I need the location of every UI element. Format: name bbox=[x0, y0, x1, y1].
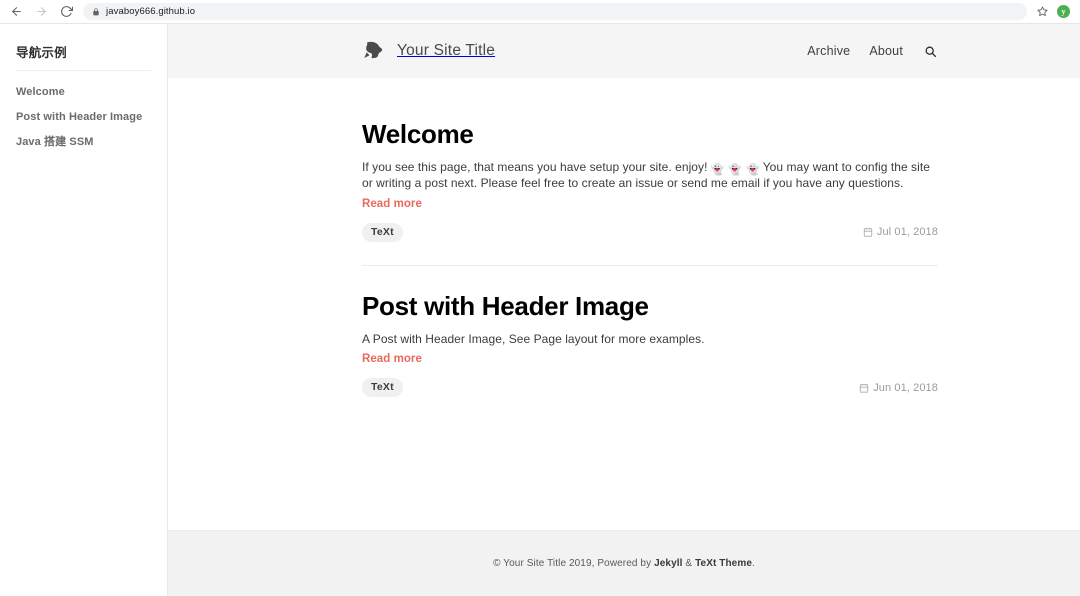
url-text: javaboy666.github.io bbox=[106, 6, 196, 17]
post-item-welcome: Welcome If you see this page, that means… bbox=[362, 119, 938, 242]
calendar-icon bbox=[863, 227, 873, 237]
chrome-right-actions: y bbox=[1037, 5, 1072, 18]
star-icon[interactable] bbox=[1037, 6, 1048, 17]
nav-link-about[interactable]: About bbox=[869, 44, 903, 58]
post-excerpt-before: If you see this page, that means you hav… bbox=[362, 160, 708, 174]
post-date-text: Jul 01, 2018 bbox=[876, 226, 938, 238]
ghost-icon: 👻 bbox=[710, 164, 725, 176]
browser-nav-buttons bbox=[8, 4, 74, 20]
site-title: Your Site Title bbox=[397, 42, 496, 59]
ghost-icon: 👻 bbox=[728, 164, 742, 176]
address-bar[interactable]: javaboy666.github.io bbox=[83, 3, 1027, 20]
emoji-run: 👻 👻 👻 bbox=[710, 165, 759, 176]
post-meta: TeXt Jul 01, 2018 bbox=[362, 222, 938, 242]
list-item: Post with Header Image bbox=[16, 108, 151, 127]
reload-icon[interactable] bbox=[58, 4, 74, 20]
footer-text: © Your Site Title 2019, Powered by Jekyl… bbox=[493, 558, 755, 569]
back-icon[interactable] bbox=[8, 4, 24, 20]
post-excerpt: If you see this page, that means you hav… bbox=[362, 160, 938, 191]
post-title[interactable]: Welcome bbox=[362, 119, 938, 149]
sidebar-nav-list: Welcome Post with Header Image Java 搭建 S… bbox=[16, 83, 151, 152]
content-column: Your Site Title Archive About Welcome If… bbox=[168, 24, 1080, 596]
list-item: Welcome bbox=[16, 83, 151, 102]
calendar-icon bbox=[859, 383, 869, 393]
tag-badge[interactable]: TeXt bbox=[362, 378, 403, 397]
read-more-link[interactable]: Read more bbox=[362, 353, 422, 365]
lock-icon bbox=[92, 7, 100, 16]
sidebar-item-welcome[interactable]: Welcome bbox=[16, 83, 151, 102]
profile-avatar[interactable]: y bbox=[1057, 5, 1070, 18]
post-list: Welcome If you see this page, that means… bbox=[362, 78, 938, 397]
post-date-text: Jun 01, 2018 bbox=[873, 381, 938, 394]
list-item: Java 搭建 SSM bbox=[16, 133, 151, 152]
sidebar-item-java-ssm[interactable]: Java 搭建 SSM bbox=[16, 133, 151, 152]
footer-link-text-theme[interactable]: TeXt Theme bbox=[695, 558, 752, 569]
tag-badge[interactable]: TeXt bbox=[362, 222, 403, 242]
post-excerpt: A Post with Header Image, See Page layou… bbox=[362, 331, 705, 346]
ghost-icon: 👻 bbox=[745, 164, 760, 176]
main-content: Welcome If you see this page, that means… bbox=[168, 78, 1080, 530]
footer-link-jekyll[interactable]: Jekyll bbox=[654, 558, 682, 569]
sidebar-item-post-with-header-image[interactable]: Post with Header Image bbox=[16, 108, 151, 127]
sidebar: 导航示例 Welcome Post with Header Image Java… bbox=[0, 24, 168, 596]
post-date: Jul 01, 2018 bbox=[863, 226, 938, 238]
site-header: Your Site Title Archive About bbox=[168, 24, 1080, 78]
search-icon[interactable] bbox=[924, 45, 937, 58]
sidebar-title: 导航示例 bbox=[16, 42, 151, 71]
site-footer: © Your Site Title 2019, Powered by Jekyl… bbox=[168, 530, 1080, 596]
site-nav: Archive About bbox=[807, 44, 937, 58]
footer-ampersand: & bbox=[685, 558, 693, 569]
post-date: Jun 01, 2018 bbox=[859, 382, 938, 394]
site-logo-icon bbox=[362, 39, 386, 63]
post-meta: TeXt Jun 01, 2018 bbox=[362, 378, 938, 397]
post-item-post-with-header-image: Post with Header Image A Post with Heade… bbox=[362, 291, 938, 397]
read-more-link[interactable]: Read more bbox=[362, 198, 422, 210]
brand-home-link[interactable]: Your Site Title bbox=[362, 39, 495, 63]
footer-copyright: © Your Site Title 2019, Powered by bbox=[493, 558, 652, 569]
page-body: 导航示例 Welcome Post with Header Image Java… bbox=[0, 24, 1080, 596]
nav-link-archive[interactable]: Archive bbox=[807, 44, 850, 58]
footer-period: . bbox=[752, 558, 755, 569]
post-title[interactable]: Post with Header Image bbox=[362, 291, 938, 321]
post-divider bbox=[362, 264, 938, 266]
browser-toolbar: javaboy666.github.io y bbox=[0, 0, 1080, 24]
forward-icon[interactable] bbox=[33, 4, 49, 20]
